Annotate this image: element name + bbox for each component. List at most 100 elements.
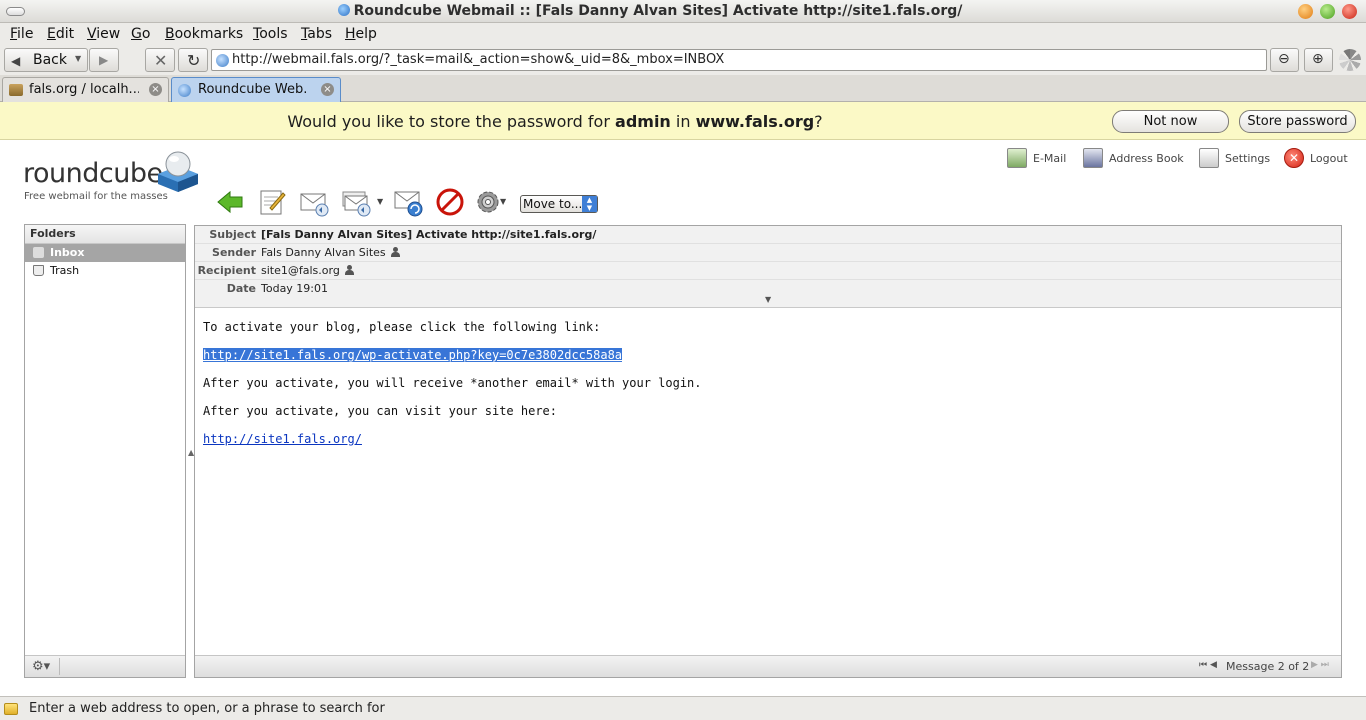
tab-label: Roundcube Web... [198,82,308,97]
tab-bar: fals.org / localh... × Roundcube Web... … [0,75,1366,102]
header-subject-row: Subject [Fals Danny Alvan Sites] Activat… [195,226,1341,244]
tab-close-icon[interactable]: × [321,83,334,96]
navigation-toolbar: ◀ Back ▼ ▶ ✕ ↻ http://webmail.fals.org/?… [0,45,1366,75]
header-sender-row: Sender Fals Danny Alvan Sites [195,244,1341,262]
logo-wordmark: roundcube [23,158,163,189]
url-bar[interactable]: http://webmail.fals.org/?_task=mail&_act… [211,49,1267,71]
message-pane: Subject [Fals Danny Alvan Sites] Activat… [194,225,1342,678]
menu-edit[interactable]: Edit [47,26,74,42]
forward-button[interactable]: ▶ [89,48,119,72]
store-password-button[interactable]: Store password [1239,110,1356,133]
reply-button[interactable] [298,186,330,218]
menu-file[interactable]: File [10,26,33,42]
reply-icon [300,193,329,217]
reload-icon: ↻ [187,51,201,70]
webmail-page: roundcube Free webmail for the masses E-… [0,140,1366,696]
forward-message-icon [394,191,423,217]
site-link[interactable]: http://site1.fals.org/ [203,432,362,446]
stop-button[interactable]: ✕ [145,48,175,72]
status-text: Enter a web address to open, or a phrase… [29,701,385,716]
message-body: To activate your blog, please click the … [203,320,702,460]
zoom-out-button[interactable]: ⊖ [1270,48,1299,72]
reply-all-button[interactable] [340,186,372,218]
menu-bookmarks[interactable]: Bookmarks [165,26,243,42]
tab-roundcube[interactable]: Roundcube Web... × [171,77,341,102]
body-line: After you activate, you can visit your s… [203,404,558,418]
tab-fals-org[interactable]: fals.org / localh... × [2,77,169,102]
back-arrow-icon: ◀ [11,54,21,68]
nav-logout[interactable]: ✕ Logout [1284,148,1354,170]
menu-help[interactable]: Help [345,26,377,42]
loading-spinner-icon [1339,49,1361,71]
subject-value: [Fals Danny Alvan Sites] Activate http:/… [261,228,597,241]
site-globe-icon [216,54,229,67]
password-notification-bar: Would you like to store the password for… [0,102,1366,140]
nav-address-book[interactable]: Address Book [1083,148,1193,170]
menu-go[interactable]: Go [131,26,150,42]
window-title: Roundcube Webmail :: [Fals Danny Alvan S… [0,3,1300,19]
window-titlebar: Roundcube Webmail :: [Fals Danny Alvan S… [0,0,1366,23]
delete-icon [436,188,464,216]
nav-email[interactable]: E-Mail [1007,148,1077,170]
add-contact-icon[interactable] [390,247,400,257]
tab-favicon-icon [178,84,191,97]
nav-settings[interactable]: Settings [1199,148,1279,170]
sender-value[interactable]: Fals Danny Alvan Sites [261,246,386,259]
menu-view[interactable]: View [87,26,120,42]
select-arrows-icon: ▲ ▼ [582,196,597,212]
tab-close-icon[interactable]: × [149,83,162,96]
green-back-arrow-icon [217,190,243,214]
folder-inbox[interactable]: Inbox [25,244,185,262]
menu-tools[interactable]: Tools [253,26,288,42]
logout-icon: ✕ [1284,148,1304,168]
gear-dropdown-icon[interactable]: ▼ [500,197,506,206]
message-footer: ⏮ ◀ Message 2 of 2 ▶ ⏭ [195,655,1341,677]
next-last-message-icon[interactable]: ▶ ⏭ [1311,660,1329,670]
minimize-button[interactable] [1298,4,1313,19]
address-book-icon [1083,148,1103,168]
add-contact-icon[interactable] [344,265,354,275]
maximize-button[interactable] [1320,4,1335,19]
back-button[interactable]: ◀ Back ▼ [4,48,88,72]
expand-headers-icon[interactable]: ▼ [765,295,771,304]
zoom-in-button[interactable]: ⊕ [1304,48,1333,72]
reply-all-icon [342,191,371,217]
compose-icon [260,190,286,215]
zoom-in-icon: ⊕ [1312,51,1324,67]
menu-tabs[interactable]: Tabs [301,26,332,42]
roundcube-cube-icon [158,151,198,192]
email-icon [1007,148,1027,168]
back-to-list-button[interactable] [214,186,246,218]
reply-all-dropdown-icon[interactable]: ▼ [377,197,383,206]
header-recipient-row: Recipient site1@fals.org [195,262,1341,280]
message-headers: Subject [Fals Danny Alvan Sites] Activat… [195,226,1341,308]
settings-icon [1199,148,1219,168]
move-to-select[interactable]: Move to... ▲ ▼ [520,195,598,213]
folder-trash[interactable]: Trash [25,262,185,280]
notification-message: Would you like to store the password for… [287,112,823,131]
body-line: After you activate, you will receive *an… [203,376,702,390]
folders-panel: Folders Inbox Trash ⚙▾ [24,224,186,678]
activation-link[interactable]: http://site1.fals.org/wp-activate.php?ke… [203,348,623,362]
message-counter: Message 2 of 2 [1226,660,1310,673]
logo-tagline: Free webmail for the masses [24,191,168,202]
firefox-icon [337,4,350,16]
trash-icon [33,265,44,276]
forward-message-button[interactable] [392,186,424,218]
compose-button[interactable] [256,186,288,218]
security-lock-icon [4,703,18,715]
url-text[interactable]: http://webmail.fals.org/?_task=mail&_act… [232,52,724,67]
back-label: Back [33,52,67,68]
chevron-down-icon[interactable]: ▼ [75,54,81,63]
stop-icon: ✕ [154,51,168,70]
delete-button[interactable] [434,186,466,218]
folders-footer: ⚙▾ [25,655,185,677]
folder-actions-gear-icon[interactable]: ⚙▾ [32,659,50,674]
recipient-value[interactable]: site1@fals.org [261,264,340,277]
not-now-button[interactable]: Not now [1112,110,1229,133]
reload-button[interactable]: ↻ [178,48,208,72]
close-window-button[interactable] [1342,4,1357,19]
roundcube-logo[interactable]: roundcube Free webmail for the masses [23,148,203,202]
first-prev-message-icon[interactable]: ⏮ ◀ [1199,660,1217,670]
divider [59,658,60,675]
